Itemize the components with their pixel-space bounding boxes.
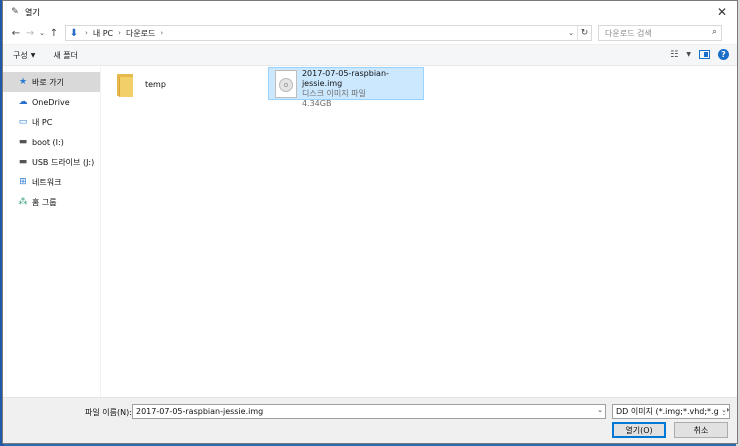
sidebar-item-label: 네트워크 bbox=[32, 177, 62, 187]
view-controls: ☷ ▼ ? bbox=[662, 49, 729, 60]
view-options-icon[interactable]: ☷ bbox=[670, 50, 678, 60]
file-item-selected[interactable]: 2017-07-05-raspbian-jessie.img 디스크 이미지 파… bbox=[268, 67, 424, 108]
open-button[interactable]: 열기(O) bbox=[612, 422, 666, 438]
downloads-icon: ⬇ bbox=[69, 27, 79, 39]
pc-icon: ▭ bbox=[18, 117, 28, 127]
onedrive-icon: ☁ bbox=[18, 97, 28, 107]
file-size: 4.34GB bbox=[301, 99, 332, 108]
refresh-icon[interactable]: ↻ bbox=[577, 26, 591, 40]
chevron-down-icon[interactable]: ⌄ bbox=[565, 26, 577, 40]
file-type-value: DD 이미지 (*.img;*.vhd;*.gz;*.i bbox=[616, 407, 730, 416]
file-type-select[interactable]: DD 이미지 (*.img;*.vhd;*.gz;*.i ⌄ bbox=[612, 404, 730, 419]
folder-name: temp bbox=[145, 79, 166, 89]
view-dropdown-icon[interactable]: ▼ bbox=[686, 51, 691, 58]
up-button[interactable]: ↑ bbox=[47, 25, 61, 41]
drive-icon: ▬ bbox=[18, 137, 28, 147]
usb-drive-icon: ▬ bbox=[18, 157, 28, 167]
file-name: 2017-07-05-raspbian-jessie.img bbox=[301, 69, 389, 88]
sidebar-item-label: 홈 그룹 bbox=[32, 197, 57, 207]
chevron-down-icon[interactable]: ⌄ bbox=[597, 406, 603, 414]
bottom-panel: 파일 이름(N): 2017-07-05-raspbian-jessie.img… bbox=[3, 397, 737, 443]
sidebar-item-label: USB 드라이브 (J:) bbox=[32, 157, 95, 167]
recent-locations-button[interactable]: ⌄ bbox=[37, 25, 47, 41]
breadcrumb-separator-icon[interactable]: › bbox=[118, 29, 121, 37]
title-bar: ✎ 열기 ✕ bbox=[3, 1, 737, 23]
new-folder-button[interactable]: 새 폴더 bbox=[53, 50, 78, 61]
sidebar-item-label: boot (I:) bbox=[32, 137, 64, 147]
filename-input[interactable]: 2017-07-05-raspbian-jessie.img ⌄ bbox=[132, 404, 606, 419]
file-type: 디스크 이미지 파일 bbox=[301, 89, 366, 98]
sidebar-item-boot-drive[interactable]: ▬ boot (I:) bbox=[3, 132, 100, 152]
caret-down-icon: ▼ bbox=[30, 51, 36, 59]
help-icon[interactable]: ? bbox=[718, 49, 729, 60]
forward-button[interactable]: → bbox=[23, 25, 37, 41]
sidebar-item-label: OneDrive bbox=[32, 97, 70, 107]
address-bar[interactable]: ⬇ › 내 PC › 다운로드 › ⌄ ↻ bbox=[65, 25, 592, 41]
sidebar-item-label: 내 PC bbox=[32, 117, 53, 127]
breadcrumb-separator-icon[interactable]: › bbox=[85, 29, 88, 37]
window-title: 열기 bbox=[25, 7, 40, 17]
filename-label: 파일 이름(N): bbox=[85, 408, 132, 417]
pencil-icon: ✎ bbox=[11, 7, 19, 17]
address-row: ← → ⌄ ↑ ⬇ › 내 PC › 다운로드 › ⌄ ↻ 다운로드 검색 ⌕ bbox=[3, 23, 737, 43]
search-icon: ⌕ bbox=[711, 27, 717, 37]
breadcrumb-downloads[interactable]: 다운로드 bbox=[126, 28, 155, 39]
sidebar-item-onedrive[interactable]: ☁ OneDrive bbox=[3, 92, 100, 112]
search-placeholder: 다운로드 검색 bbox=[605, 28, 652, 38]
sidebar-item-label: 바로 가기 bbox=[32, 77, 64, 87]
sidebar-item-quick-access[interactable]: ★ 바로 가기 bbox=[3, 72, 100, 92]
organize-button[interactable]: 구성 ▼ bbox=[13, 50, 35, 61]
sidebar-item-network[interactable]: ⊞ 네트워크 bbox=[3, 172, 100, 192]
sidebar-item-usb-drive[interactable]: ▬ USB 드라이브 (J:) bbox=[3, 152, 100, 172]
command-bar: 구성 ▼ 새 폴더 ☷ ▼ ? bbox=[3, 44, 737, 66]
homegroup-icon: ⁂ bbox=[18, 197, 28, 207]
organize-label: 구성 bbox=[13, 50, 28, 60]
close-button[interactable]: ✕ bbox=[707, 1, 737, 23]
folder-icon bbox=[115, 70, 135, 98]
preview-pane-icon[interactable] bbox=[699, 50, 710, 59]
cancel-button[interactable]: 취소 bbox=[674, 422, 728, 438]
network-icon: ⊞ bbox=[19, 177, 27, 187]
search-input[interactable]: 다운로드 검색 ⌕ bbox=[598, 25, 722, 41]
star-icon: ★ bbox=[18, 77, 28, 87]
back-button[interactable]: ← bbox=[9, 25, 23, 41]
navigation-pane: ★ 바로 가기 ☁ OneDrive ▭ 내 PC ▬ boot (I:) ▬ … bbox=[3, 67, 101, 397]
sidebar-item-homegroup[interactable]: ⁂ 홈 그룹 bbox=[3, 192, 100, 212]
breadcrumb-separator-icon[interactable]: › bbox=[160, 29, 163, 37]
folder-item-temp[interactable]: temp bbox=[115, 67, 235, 101]
breadcrumb-this-pc[interactable]: 내 PC bbox=[93, 28, 113, 39]
open-file-dialog: ✎ 열기 ✕ ← → ⌄ ↑ ⬇ › 내 PC › 다운로드 › ⌄ ↻ 다운로… bbox=[2, 0, 738, 444]
chevron-down-icon[interactable]: ⌄ bbox=[719, 406, 727, 414]
filename-value: 2017-07-05-raspbian-jessie.img bbox=[136, 407, 264, 416]
file-list: temp 2017-07-05-raspbian-jessie.img 디스크 … bbox=[101, 67, 737, 397]
main-area: ★ 바로 가기 ☁ OneDrive ▭ 내 PC ▬ boot (I:) ▬ … bbox=[3, 67, 737, 397]
sidebar-item-this-pc[interactable]: ▭ 내 PC bbox=[3, 112, 100, 132]
disc-image-icon bbox=[275, 70, 297, 98]
